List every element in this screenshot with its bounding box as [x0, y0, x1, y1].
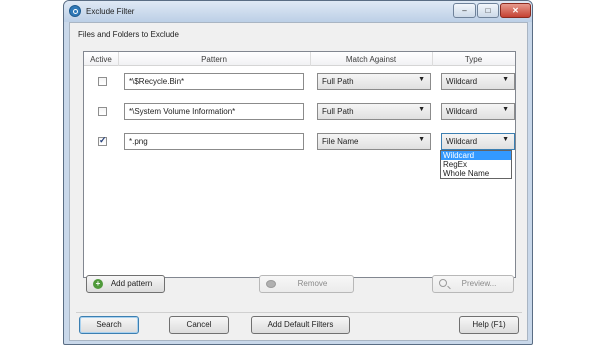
type-value: Wildcard: [446, 107, 478, 116]
pattern-input[interactable]: *\System Volume Information*: [124, 103, 304, 120]
close-button[interactable]: ✕: [500, 3, 531, 18]
header-type[interactable]: Type: [432, 55, 515, 64]
minimize-button[interactable]: ‒: [453, 3, 476, 18]
pattern-input[interactable]: *\$Recycle.Bin*: [124, 73, 304, 90]
section-label: Files and Folders to Exclude: [78, 30, 179, 39]
match-against-select[interactable]: Full Path ▼: [317, 103, 431, 120]
type-value: Wildcard: [446, 137, 478, 146]
table-header: Active Pattern Match Against Type: [84, 52, 515, 66]
table-row: *\System Volume Information* Full Path ▼…: [84, 102, 515, 122]
chevron-down-icon: ▼: [418, 136, 425, 143]
active-checkbox[interactable]: [98, 135, 107, 146]
match-against-value: File Name: [322, 137, 359, 146]
type-value: Wildcard: [446, 77, 478, 86]
header-match-against[interactable]: Match Against: [310, 55, 432, 64]
add-pattern-label: Add pattern: [110, 279, 153, 288]
chevron-down-icon: ▼: [502, 76, 509, 83]
type-select[interactable]: Wildcard ▼: [441, 73, 515, 90]
window-title: Exclude Filter: [86, 7, 135, 16]
active-checkbox[interactable]: [98, 107, 107, 116]
add-icon: +: [93, 279, 103, 289]
dropdown-option-regex[interactable]: RegEx: [441, 160, 511, 169]
type-dropdown-list: Wildcard RegEx Whole Name: [440, 150, 512, 179]
type-select[interactable]: Wildcard ▼: [441, 103, 515, 120]
add-default-filters-button[interactable]: Add Default Filters: [251, 316, 350, 334]
maximize-button[interactable]: □: [477, 3, 499, 18]
dropdown-option-whole-name[interactable]: Whole Name: [441, 169, 511, 178]
chevron-down-icon: ▼: [502, 106, 509, 113]
search-button[interactable]: Search: [79, 316, 139, 334]
remove-icon: [266, 280, 276, 288]
table-row: *\$Recycle.Bin* Full Path ▼ Wildcard ▼: [84, 72, 515, 92]
cancel-button[interactable]: Cancel: [169, 316, 229, 334]
magnifier-icon: [439, 279, 447, 287]
active-checkbox[interactable]: [98, 77, 107, 86]
match-against-select[interactable]: Full Path ▼: [317, 73, 431, 90]
match-against-value: Full Path: [322, 77, 354, 86]
header-pattern[interactable]: Pattern: [118, 55, 310, 64]
preview-button[interactable]: Preview...: [432, 275, 514, 293]
pattern-input[interactable]: *.png: [124, 133, 304, 150]
table-row: *.png File Name ▼ Wildcard ▼: [84, 132, 515, 152]
chevron-down-icon: ▼: [418, 76, 425, 83]
exclude-filter-window: Exclude Filter ‒ □ ✕ Files and Folders t…: [63, 0, 533, 345]
remove-label: Remove: [297, 279, 328, 288]
footer-divider: [76, 312, 522, 313]
match-against-select[interactable]: File Name ▼: [317, 133, 431, 150]
dialog-body: Files and Folders to Exclude Active Patt…: [69, 22, 528, 341]
add-pattern-button[interactable]: + Add pattern: [86, 275, 165, 293]
type-select[interactable]: Wildcard ▼: [441, 133, 515, 150]
app-icon: [69, 5, 81, 17]
dropdown-option-wildcard[interactable]: Wildcard: [441, 151, 511, 160]
chevron-down-icon: ▼: [502, 136, 509, 143]
remove-button[interactable]: Remove: [259, 275, 354, 293]
preview-label: Preview...: [461, 279, 497, 288]
header-active[interactable]: Active: [84, 55, 118, 64]
help-button[interactable]: Help (F1): [459, 316, 519, 334]
chevron-down-icon: ▼: [418, 106, 425, 113]
match-against-value: Full Path: [322, 107, 354, 116]
title-bar: Exclude Filter ‒ □ ✕: [64, 1, 532, 22]
